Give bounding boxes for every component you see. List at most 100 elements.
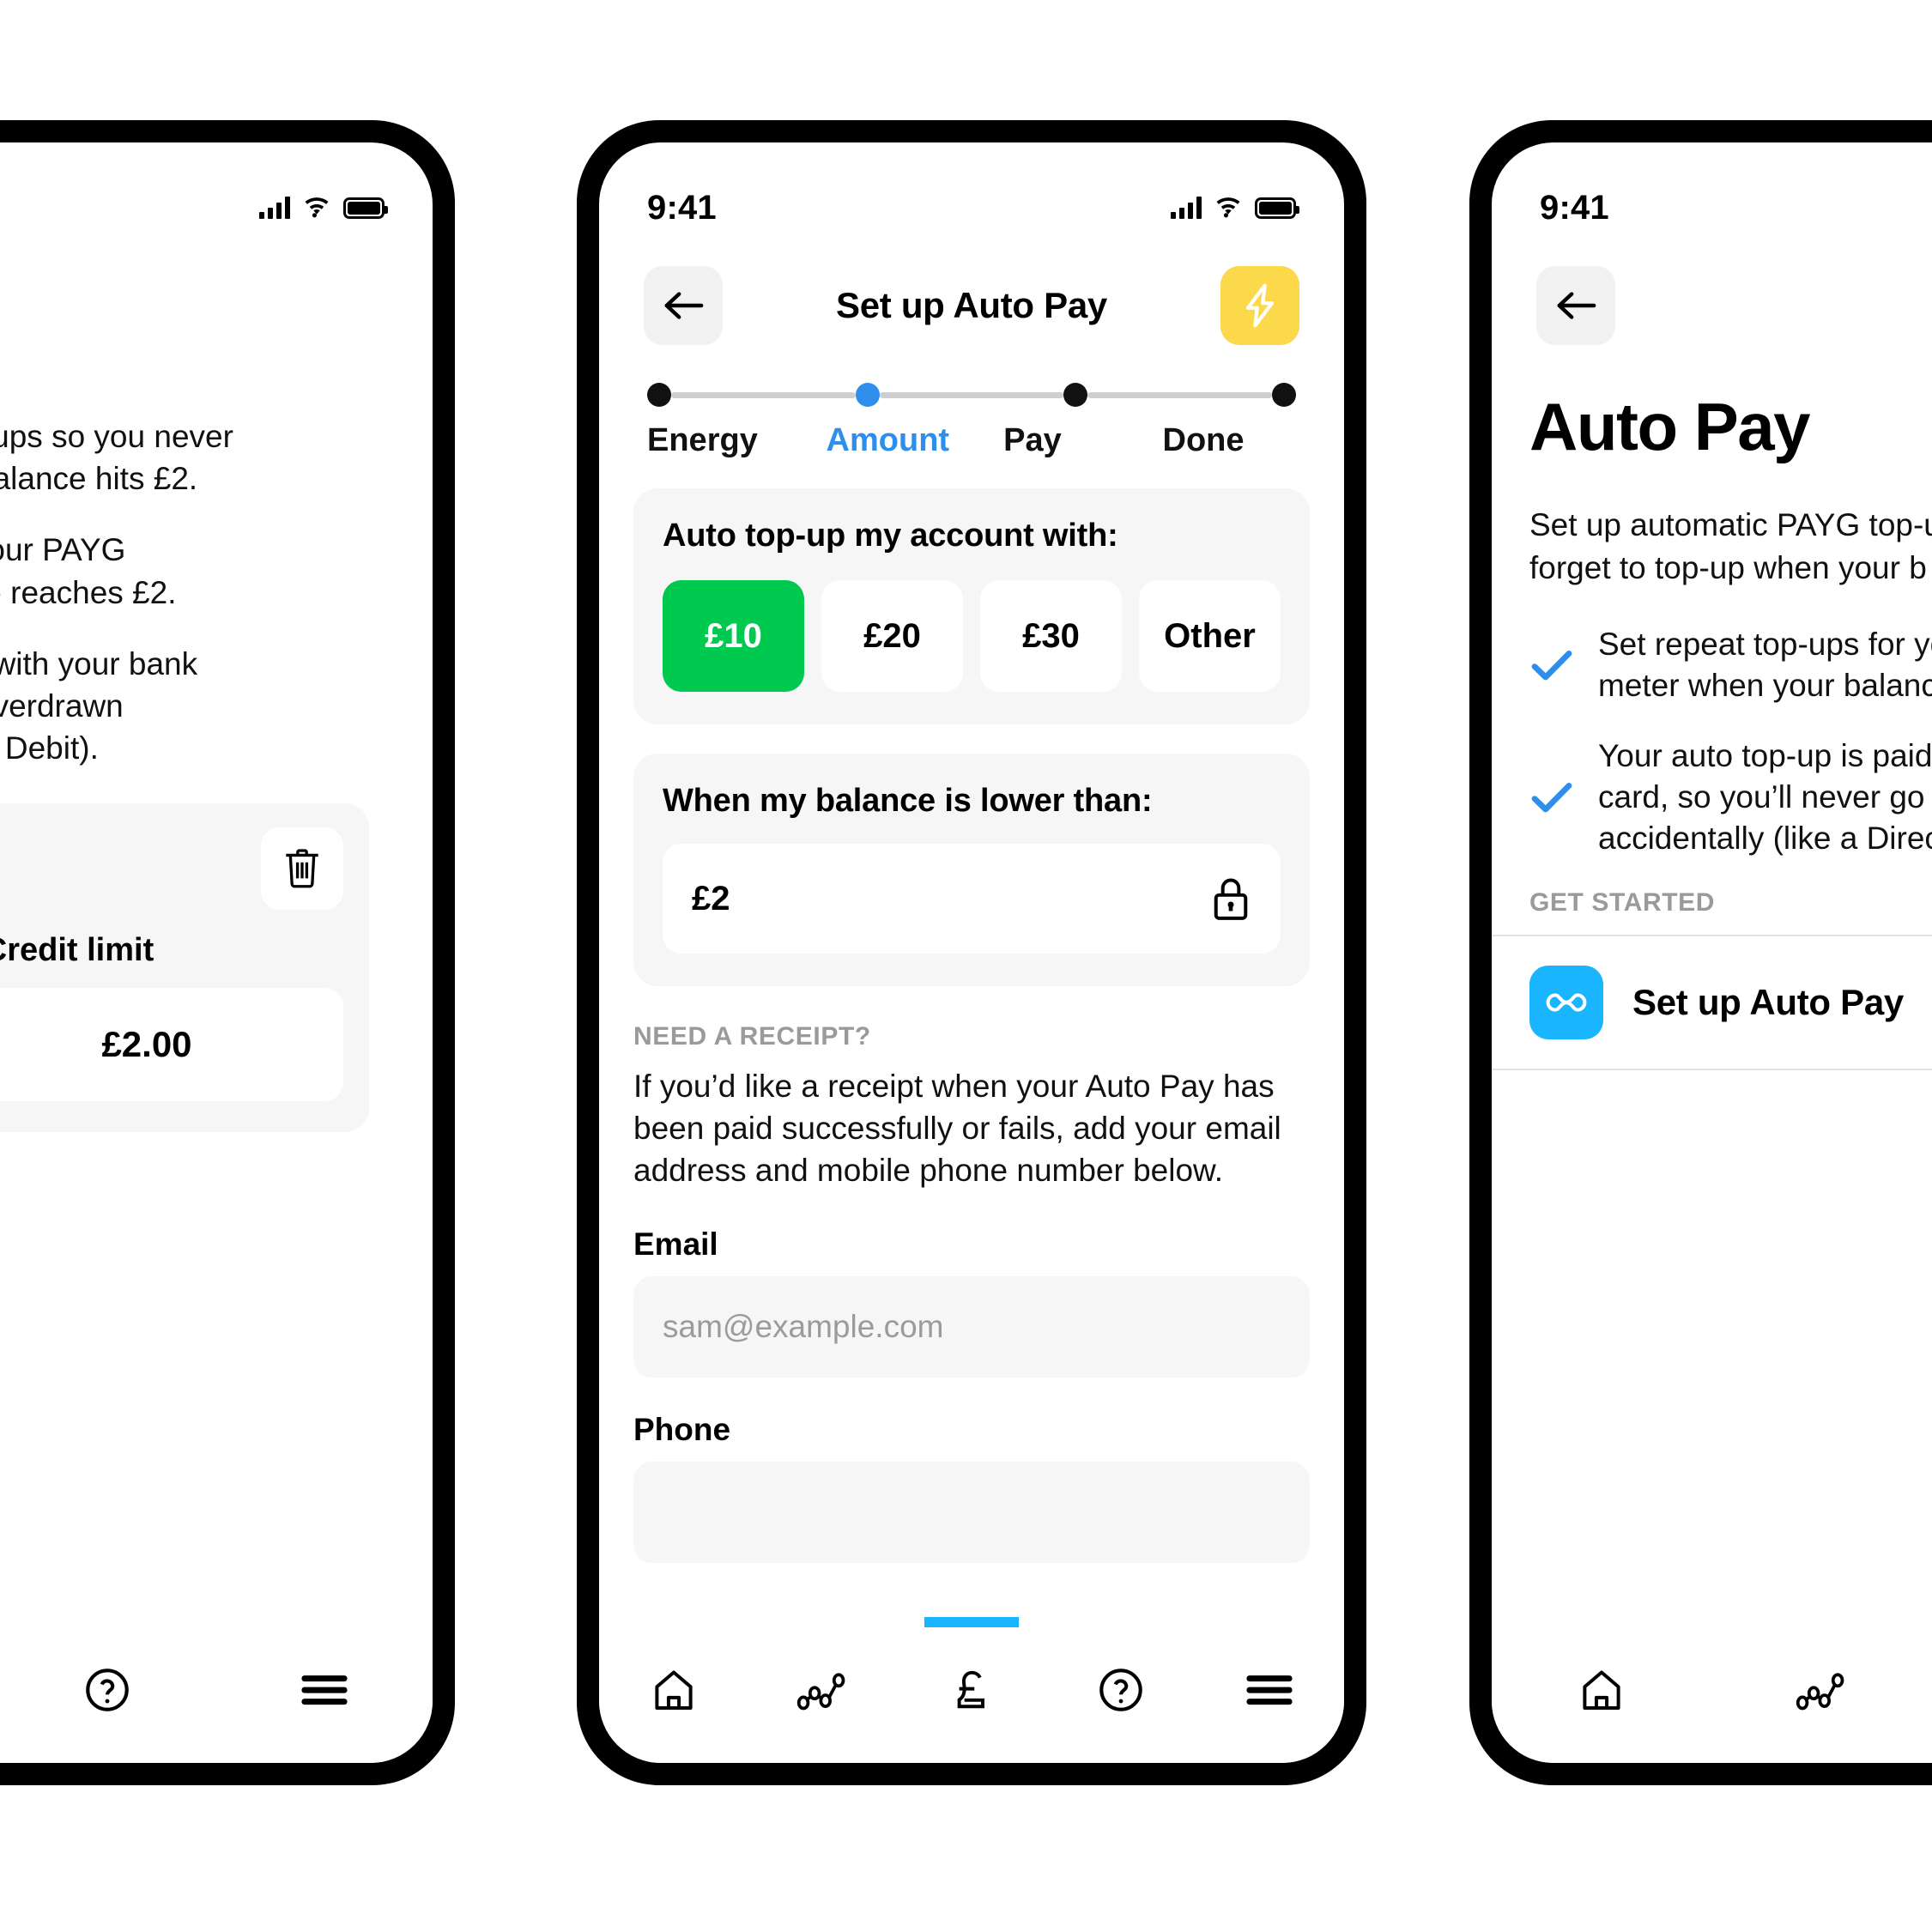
amount-option-30[interactable]: £30 — [980, 580, 1122, 692]
page-title: Set up Auto Pay — [836, 285, 1107, 325]
section-label-get-started: GET STARTED — [1529, 888, 1716, 918]
phone-label: Phone — [633, 1411, 731, 1447]
usage-graph-icon — [1796, 1673, 1844, 1711]
tab-usage[interactable] — [748, 1617, 898, 1763]
amount-option-other[interactable]: Other — [1139, 580, 1281, 692]
step-label-pay: Pay — [1003, 422, 1062, 458]
right-tabbar — [1492, 1617, 1932, 1763]
screenshot-canvas: Auto Pay c PAYG top-ups so you never whe… — [0, 0, 1932, 1932]
scroll-mask — [599, 1610, 1344, 1617]
benefit-text-1: Set repeat top-ups for yo meter when you… — [1598, 626, 1932, 703]
list-item-label: Set up Auto Pay — [1632, 982, 1904, 1023]
home-icon — [655, 1670, 693, 1710]
tab-help[interactable] — [1046, 1617, 1196, 1763]
email-placeholder: sam@example.com — [663, 1308, 944, 1344]
battery-icon — [1255, 197, 1299, 219]
phone-middle: 9:41 Set up Auto Pay Energy Amount Pay D… — [577, 120, 1366, 1785]
status-icons — [1171, 197, 1299, 219]
phone-right-screen: 9:41 Auto Pay Auto Pay Set up automatic … — [1492, 142, 1932, 1763]
right-content: Auto Pay Set up automatic PAYG top-u for… — [1492, 388, 1932, 1071]
step-label-done: Done — [1162, 422, 1245, 458]
menu-icon — [1246, 1675, 1293, 1705]
pound-icon — [957, 1670, 984, 1709]
status-time: 9:41 — [1540, 188, 1609, 227]
phone-right: 9:41 Auto Pay Auto Pay Set up automatic … — [1469, 120, 1932, 1785]
battery-icon — [343, 197, 388, 219]
delete-button[interactable] — [261, 827, 343, 911]
credit-limit-value[interactable]: £2.00 — [0, 988, 343, 1102]
tab-home[interactable] — [599, 1617, 748, 1763]
receipt-eyebrow: NEED A RECEIPT? — [633, 1022, 871, 1051]
lightning-bolt-icon — [1245, 283, 1275, 328]
status-bar: 9:41 — [1492, 142, 1932, 242]
email-label: Email — [633, 1226, 718, 1262]
setup-stepper: Energy Amount Pay Done — [599, 354, 1344, 459]
signal-icon — [259, 197, 290, 219]
page-heading: Auto Pay — [1529, 389, 1811, 464]
step-dot-pay[interactable] — [1063, 383, 1088, 407]
home-icon — [1583, 1670, 1620, 1710]
topup-amount-card: Auto top-up my account with: £10 £20 £30… — [633, 488, 1310, 724]
amount-option-20[interactable]: £20 — [821, 580, 963, 692]
left-tabbar — [0, 1617, 433, 1763]
step-dot-amount[interactable] — [855, 383, 880, 407]
receipt-section: NEED A RECEIPT? If you’d like a receipt … — [599, 986, 1344, 1563]
left-content: c PAYG top-ups so you never when your ba… — [0, 415, 433, 1133]
back-button[interactable] — [644, 266, 723, 345]
left-paragraph-1: c PAYG top-ups so you never when your ba… — [0, 419, 233, 497]
check-icon — [1531, 650, 1572, 681]
list-item-set-up-auto-pay[interactable]: Set up Auto Pay — [1492, 936, 1932, 1071]
tab-menu[interactable] — [215, 1617, 433, 1763]
status-icons — [259, 197, 388, 219]
topup-amount-options: £10 £20 £30 Other — [663, 580, 1281, 692]
stepper-labels: Energy Amount Pay Done — [647, 422, 1296, 459]
phone-left-screen: Auto Pay c PAYG top-ups so you never whe… — [0, 142, 433, 1763]
balance-threshold-card: When my balance is lower than: £2 — [633, 754, 1310, 986]
step-bar-2 — [879, 391, 1064, 398]
step-dot-done[interactable] — [1272, 383, 1297, 407]
wifi-icon — [1216, 197, 1240, 218]
middle-navbar: Set up Auto Pay — [599, 242, 1344, 354]
lock-icon — [1214, 878, 1248, 920]
receipt-body: If you’d like a receipt when your Auto P… — [633, 1069, 1281, 1189]
infinity-icon — [1546, 993, 1587, 1012]
trash-icon — [286, 849, 318, 888]
step-label-amount: Amount — [826, 422, 950, 458]
page-intro: Set up automatic PAYG top-u forget to to… — [1529, 507, 1932, 585]
step-dot-energy[interactable] — [647, 383, 671, 407]
step-label-energy: Energy — [647, 422, 758, 458]
wifi-icon — [305, 197, 329, 218]
left-navbar: Auto Pay — [0, 242, 433, 354]
help-circle-icon — [86, 1669, 129, 1711]
threshold-card-title: When my balance is lower than: — [663, 783, 1153, 819]
threshold-value-field[interactable]: £2 — [663, 844, 1281, 954]
phone-left: Auto Pay c PAYG top-ups so you never whe… — [0, 120, 455, 1785]
menu-icon — [301, 1675, 348, 1705]
benefit-text-2: Your auto top-up is paid card, so you’ll… — [1598, 738, 1932, 857]
back-button[interactable] — [1536, 266, 1615, 345]
tab-home[interactable] — [1492, 1617, 1711, 1763]
boost-button[interactable] — [1220, 266, 1299, 345]
tab-pound[interactable] — [897, 1617, 1046, 1763]
left-paragraph-3: o-up is paid with your bank ll never go … — [0, 645, 198, 766]
signal-icon — [1171, 197, 1202, 219]
status-bar — [0, 142, 433, 242]
check-icon — [1531, 783, 1572, 813]
infinity-icon-tile — [1529, 966, 1603, 1040]
threshold-value: £2 — [692, 879, 730, 918]
arrow-left-icon — [664, 292, 704, 319]
help-circle-icon — [1099, 1669, 1142, 1711]
step-bar-1 — [671, 391, 856, 398]
amount-option-10[interactable]: £10 — [663, 580, 804, 692]
stepper-dots — [647, 383, 1297, 407]
credit-limit-label: Credit limit — [0, 932, 154, 969]
usage-graph-icon — [797, 1673, 845, 1711]
phone-input[interactable] — [633, 1461, 1310, 1563]
list-item: Set repeat top-ups for yo meter when you… — [1529, 624, 1932, 706]
tab-menu[interactable] — [1195, 1617, 1344, 1763]
email-input[interactable]: sam@example.com — [633, 1275, 1310, 1378]
tab-help[interactable] — [0, 1617, 215, 1763]
credit-limit-card: Credit limit £2.00 — [0, 803, 369, 1133]
tab-usage[interactable] — [1711, 1617, 1931, 1763]
list-item: Your auto top-up is paid card, so you’ll… — [1529, 736, 1932, 859]
